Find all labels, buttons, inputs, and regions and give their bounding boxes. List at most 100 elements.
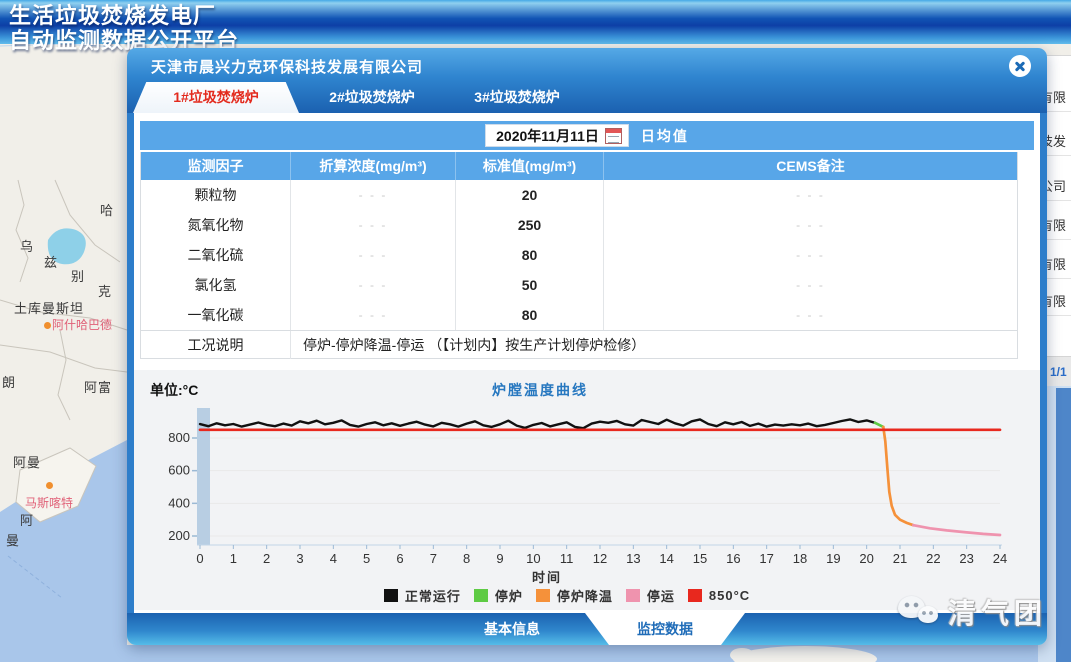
chart-section: 单位:°C 炉膛温度曲线 012345678910111213141516171… bbox=[134, 370, 1040, 610]
svg-text:200: 200 bbox=[168, 528, 190, 543]
svg-text:23: 23 bbox=[959, 551, 973, 566]
column-header: 标准值(mg/m³) bbox=[455, 152, 603, 180]
table-row: 氯化氢- - -50- - - bbox=[141, 270, 1017, 300]
legend-label: 停运 bbox=[647, 586, 675, 605]
legend-swatch bbox=[626, 589, 640, 602]
tab-basic-info[interactable]: 基本信息 bbox=[417, 613, 607, 645]
chart-legend: 正常运行 停炉 停炉降温 停运 850°C bbox=[134, 586, 1000, 605]
dialog-body: 2020年11月11日 日均值 监测因子折算浓度(mg/m³)标准值(mg/m³… bbox=[127, 113, 1047, 613]
svg-text:1: 1 bbox=[230, 551, 237, 566]
date-mode-label: 日均值 bbox=[641, 126, 689, 146]
svg-text:7: 7 bbox=[430, 551, 437, 566]
svg-text:400: 400 bbox=[168, 495, 190, 510]
dialog-header: 天津市晨兴力克环保科技发展有限公司 1#垃圾焚烧炉2#垃圾焚烧炉3#垃圾焚烧炉 bbox=[127, 48, 1047, 113]
map-region-label: 曼 bbox=[6, 530, 20, 549]
tab-incinerator-2[interactable]: 2#垃圾焚烧炉 bbox=[302, 82, 442, 113]
svg-text:16: 16 bbox=[726, 551, 740, 566]
wechat-icon bbox=[898, 596, 940, 629]
svg-text:17: 17 bbox=[759, 551, 773, 566]
factor-value: 50 bbox=[455, 270, 603, 300]
factor-value: 80 bbox=[455, 240, 603, 270]
svg-text:600: 600 bbox=[168, 463, 190, 478]
table-row: 颗粒物- - -20- - - bbox=[141, 180, 1017, 210]
factor-value: - - - bbox=[603, 240, 1017, 270]
legend-label: 850°C bbox=[709, 588, 750, 603]
date-value: 2020年11月11日 bbox=[496, 126, 599, 146]
svg-text:13: 13 bbox=[626, 551, 640, 566]
svg-text:3: 3 bbox=[296, 551, 303, 566]
table-body: 颗粒物- - -20- - -氮氧化物- - -250- - -二氧化硫- - … bbox=[141, 180, 1017, 330]
factor-name: 氮氧化物 bbox=[141, 210, 290, 240]
factor-value: - - - bbox=[603, 270, 1017, 300]
column-header: CEMS备注 bbox=[603, 152, 1017, 180]
date-bar: 2020年11月11日 日均值 bbox=[140, 121, 1034, 150]
legend-swatch bbox=[536, 589, 550, 602]
tab-monitoring-data[interactable]: 监控数据 bbox=[585, 613, 745, 645]
factor-value: 20 bbox=[455, 180, 603, 210]
legend-label: 停炉 bbox=[495, 586, 523, 605]
map-region-label: 阿富 bbox=[84, 377, 112, 396]
chart-title: 炉膛温度曲线 bbox=[134, 380, 946, 400]
factor-value: - - - bbox=[603, 180, 1017, 210]
monitoring-dialog: 天津市晨兴力克环保科技发展有限公司 1#垃圾焚烧炉2#垃圾焚烧炉3#垃圾焚烧炉 … bbox=[127, 48, 1047, 645]
svg-text:14: 14 bbox=[659, 551, 673, 566]
factor-value: 250 bbox=[455, 210, 603, 240]
legend-swatch bbox=[384, 589, 398, 602]
map-city-label: 马斯喀特 bbox=[25, 494, 73, 511]
chart-xlabel: 时间 bbox=[134, 567, 960, 586]
svg-text:6: 6 bbox=[396, 551, 403, 566]
legend-label: 正常运行 bbox=[405, 586, 461, 605]
app-title-line1: 生活垃圾焚烧发电厂 bbox=[9, 3, 239, 28]
date-picker[interactable]: 2020年11月11日 bbox=[485, 124, 629, 147]
factor-value: - - - bbox=[603, 300, 1017, 330]
legend-item: 850°C bbox=[688, 588, 750, 603]
svg-text:8: 8 bbox=[463, 551, 470, 566]
map-region-label: 别 bbox=[71, 266, 85, 285]
map-region-label: 阿曼 bbox=[13, 452, 41, 471]
table-row: 氮氧化物- - -250- - - bbox=[141, 210, 1017, 240]
close-button[interactable] bbox=[1009, 55, 1031, 77]
svg-text:18: 18 bbox=[793, 551, 807, 566]
dialog-title: 天津市晨兴力克环保科技发展有限公司 bbox=[151, 56, 423, 77]
factor-name: 颗粒物 bbox=[141, 180, 290, 210]
condition-row: 工况说明 停炉-停炉降温-停运 （【计划内】按生产计划停炉检修） bbox=[141, 330, 1017, 358]
svg-text:24: 24 bbox=[993, 551, 1007, 566]
factor-value: - - - bbox=[290, 270, 455, 300]
legend-item: 停运 bbox=[626, 586, 675, 605]
condition-label: 工况说明 bbox=[141, 331, 290, 359]
svg-text:9: 9 bbox=[496, 551, 503, 566]
table-row: 一氧化碳- - -80- - - bbox=[141, 300, 1017, 330]
svg-text:21: 21 bbox=[893, 551, 907, 566]
svg-text:12: 12 bbox=[593, 551, 607, 566]
legend-item: 停炉 bbox=[474, 586, 523, 605]
column-header: 折算浓度(mg/m³) bbox=[290, 152, 455, 180]
svg-text:11: 11 bbox=[560, 551, 574, 566]
factor-name: 一氧化碳 bbox=[141, 300, 290, 330]
tab-incinerator-3[interactable]: 3#垃圾焚烧炉 bbox=[447, 82, 587, 113]
legend-item: 正常运行 bbox=[384, 586, 461, 605]
map-region-label: 乌 bbox=[20, 236, 34, 255]
factor-value: - - - bbox=[290, 180, 455, 210]
table-row: 二氧化硫- - -80- - - bbox=[141, 240, 1017, 270]
app-title: 生活垃圾焚烧发电厂 自动监测数据公开平台 bbox=[9, 3, 239, 53]
map-region-label: 哈 bbox=[100, 200, 114, 219]
watermark-text: 清气团 bbox=[948, 592, 1047, 632]
factor-value: - - - bbox=[290, 240, 455, 270]
factor-value: - - - bbox=[603, 210, 1017, 240]
factor-name: 二氧化硫 bbox=[141, 240, 290, 270]
tab-incinerator-1[interactable]: 1#垃圾焚烧炉 bbox=[133, 82, 299, 113]
monitoring-table: 监测因子折算浓度(mg/m³)标准值(mg/m³)CEMS备注 颗粒物- - -… bbox=[140, 152, 1018, 359]
svg-text:4: 4 bbox=[330, 551, 337, 566]
legend-label: 停炉降温 bbox=[557, 586, 613, 605]
svg-text:800: 800 bbox=[168, 430, 190, 445]
map-region-label: 阿 bbox=[20, 510, 34, 529]
pagination-label: 1/1 bbox=[1050, 365, 1067, 379]
screen: 哈乌兹别克土库曼斯坦朗阿富阿曼阿曼阿什哈巴德马斯喀特 生活垃圾焚烧发电厂 自动监… bbox=[0, 0, 1071, 662]
city-dot-icon bbox=[44, 322, 51, 329]
map-region-label: 土库曼斯坦 bbox=[14, 298, 84, 317]
svg-text:22: 22 bbox=[926, 551, 940, 566]
calendar-icon[interactable] bbox=[605, 128, 622, 144]
map-region-label: 克 bbox=[98, 281, 112, 300]
svg-text:15: 15 bbox=[693, 551, 707, 566]
map-city-label: 阿什哈巴德 bbox=[52, 316, 112, 333]
